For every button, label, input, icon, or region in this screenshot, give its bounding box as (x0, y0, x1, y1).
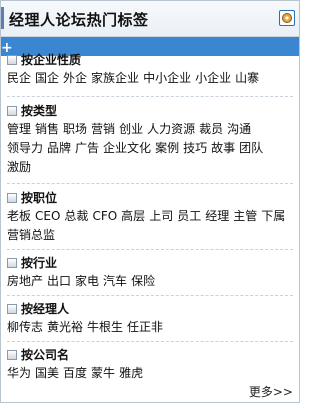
tag-link[interactable]: 故事 (211, 141, 235, 155)
tag-link[interactable]: 房地产 (7, 274, 43, 288)
section-position: 按职位 老板 CEO 总裁 CFO 高层 上司 员工 经理 主管 下属营销总监 (7, 189, 293, 245)
widget-title: 经理人论坛热门标签 (9, 11, 149, 29)
tag-link[interactable]: 蒙牛 (91, 366, 115, 380)
divider (7, 96, 293, 97)
divider (7, 295, 293, 296)
tag-link[interactable]: 沟通 (227, 122, 251, 136)
tag-link[interactable]: 领导力 (7, 141, 43, 155)
tag-link[interactable]: 外企 (63, 71, 87, 85)
section-company: 按公司名 华为 国美 百度 蒙牛 雅虎 (7, 346, 293, 383)
section-category: 按类型 管理 销售 职场 营销 创业 人力资源 裁员 沟通领导力 品牌 广告 企业文化 案例 技巧 故事团… (7, 102, 293, 177)
tag-list: 柳传志 黄光裕 牛根生 任正非 (7, 318, 293, 337)
tag-list: 老板 CEO 总裁 CFO 高层 上司 员工 经理 主管 下属营销总监 (7, 207, 293, 245)
tag-link[interactable]: 柳传志 (7, 320, 43, 334)
bullet-icon (7, 304, 17, 314)
tag-link[interactable]: 激励 (7, 160, 31, 174)
tag-link[interactable]: 雅虎 (119, 366, 143, 380)
tag-link[interactable]: 保险 (131, 274, 155, 288)
tag-link[interactable]: 国美 (35, 366, 59, 380)
section-title: 按职位 (21, 191, 58, 205)
section-title: 按经理人 (21, 302, 70, 316)
divider (7, 341, 293, 342)
tag-list: 民企 国企 外企 家族企业 中小企业 小企业 山寨 (7, 69, 293, 88)
tag-list: 管理 销售 职场 营销 创业 人力资源 裁员 沟通领导力 品牌 广告 企业文化 案例 技巧 故事 团队激励 (7, 120, 293, 177)
more-link[interactable]: 更多>> (249, 383, 293, 400)
tag-link[interactable]: 黄光裕 (47, 320, 83, 334)
bullet-icon (7, 350, 17, 360)
tag-link[interactable]: CEO (35, 209, 60, 223)
section-industry: 按行业 房地产 出口 家电 汽车 保险 (7, 254, 293, 291)
tag-link[interactable]: 高层 (121, 209, 145, 223)
header-accent (1, 7, 4, 29)
tag-link[interactable]: 创业 (119, 122, 143, 136)
tag-link[interactable]: 技巧 (183, 141, 207, 155)
tag-link[interactable]: 山寨 (235, 71, 259, 85)
tag-link[interactable]: 上司 (149, 209, 173, 223)
bullet-icon (7, 258, 17, 268)
tag-link[interactable]: CFO (92, 209, 117, 223)
tag-link[interactable]: 任正非 (127, 320, 163, 334)
tag-link[interactable]: 职场 (63, 122, 87, 136)
tag-link[interactable]: 人力资源 (147, 122, 195, 136)
tag-link[interactable]: 中小企业 (143, 71, 191, 85)
divider (7, 249, 293, 250)
hot-tags-widget: 经理人论坛热门标签 + 按企业性质 民企 国企 外企 家族企业 中小企业 小企业 山寨 按类… (0, 0, 300, 403)
tag-link[interactable]: 经理 (205, 209, 229, 223)
divider (7, 183, 293, 184)
section-enterprise-type: 按企业性质 民企 国企 外企 家族企业 中小企业 小企业 山寨 (7, 51, 293, 88)
tag-link[interactable]: 管理 (7, 122, 31, 136)
section-title: 按公司名 (21, 348, 70, 362)
section-title: 按类型 (21, 104, 58, 118)
bullet-icon (7, 106, 17, 116)
tag-link[interactable]: 汽车 (103, 274, 127, 288)
settings-icon[interactable] (279, 10, 295, 26)
section-title: 按行业 (21, 256, 58, 270)
bullet-icon (7, 193, 17, 203)
tag-link[interactable]: 牛根生 (87, 320, 123, 334)
tag-link[interactable]: 总裁 (64, 209, 88, 223)
tag-link[interactable]: 企业文化 (103, 141, 151, 155)
tag-list: 房地产 出口 家电 汽车 保险 (7, 272, 293, 291)
tag-link[interactable]: 家电 (75, 274, 99, 288)
tag-link[interactable]: 家族企业 (91, 71, 139, 85)
tag-link[interactable]: 华为 (7, 366, 31, 380)
tag-link[interactable]: 品牌 (47, 141, 71, 155)
tag-link[interactable]: 裁员 (199, 122, 223, 136)
tag-link[interactable]: 案例 (155, 141, 179, 155)
tag-link[interactable]: 小企业 (195, 71, 231, 85)
tag-link[interactable]: 下属 (261, 209, 285, 223)
tag-link[interactable]: 出口 (47, 274, 71, 288)
tag-link[interactable]: 主管 (233, 209, 257, 223)
widget-header: 经理人论坛热门标签 (1, 1, 299, 37)
tag-link[interactable]: 团队 (239, 141, 263, 155)
tag-link[interactable]: 营销 (91, 122, 115, 136)
tag-link[interactable]: 广告 (75, 141, 99, 155)
section-title: 按企业性质 (21, 53, 82, 67)
tag-link[interactable]: 销售 (35, 122, 59, 136)
tag-link[interactable]: 民企 (7, 71, 31, 85)
tag-link[interactable]: 营销总监 (7, 228, 55, 242)
tag-link[interactable]: 员工 (177, 209, 201, 223)
tag-link[interactable]: 老板 (7, 209, 31, 223)
tag-link[interactable]: 国企 (35, 71, 59, 85)
section-manager: 按经理人 柳传志 黄光裕 牛根生 任正非 (7, 300, 293, 337)
tag-list: 华为 国美 百度 蒙牛 雅虎 (7, 364, 293, 383)
tag-link[interactable]: 百度 (63, 366, 87, 380)
bullet-icon (7, 55, 17, 65)
